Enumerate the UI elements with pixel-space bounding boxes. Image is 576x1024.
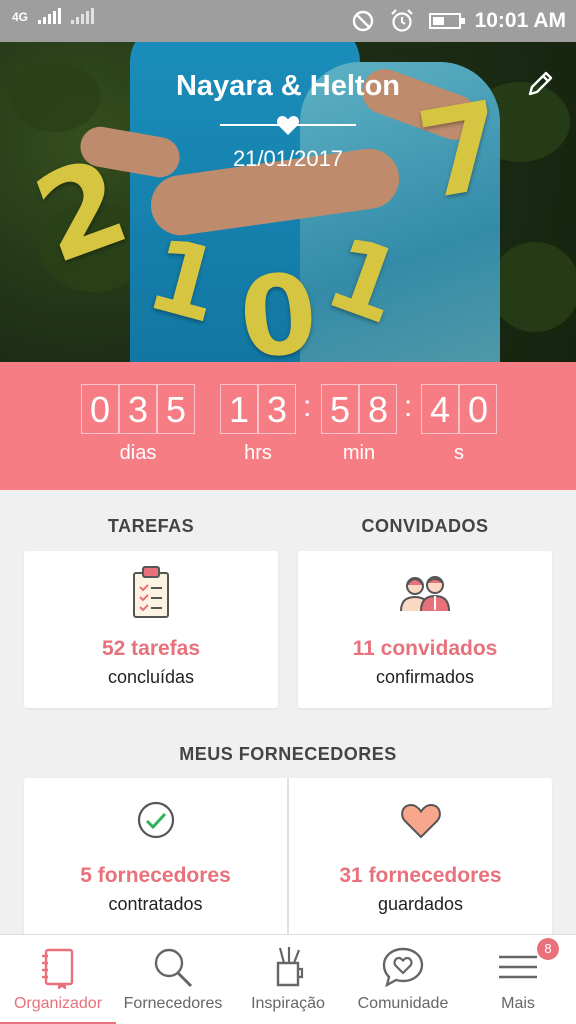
heart-icon (400, 803, 441, 839)
countdown-panel: 0 3 5 1 3 : 5 8 : 4 0 dias hrs min s (0, 362, 576, 490)
countdown-hour-digit: 3 (258, 384, 296, 434)
nav-fornecedores[interactable]: Fornecedores (116, 935, 230, 1024)
guardados-sub: guardados (377, 894, 464, 914)
signal-icon-secondary (71, 8, 95, 24)
nav-organizador[interactable]: Organizador (0, 935, 116, 1024)
section-title-fornecedores: MEUS FORNECEDORES (179, 744, 397, 764)
notebook-icon (42, 948, 74, 989)
network-type: 4G (12, 10, 29, 24)
countdown-minute-digit: 5 (321, 384, 359, 434)
battery-icon (428, 13, 465, 29)
tarefas-count: 52 tarefas (101, 637, 201, 660)
nav-label-organizador: Organizador (13, 995, 103, 1012)
tarefas-card[interactable]: 52 tarefas concluídas (24, 551, 278, 708)
countdown-label-seconds: s (454, 442, 464, 464)
couple-names: Nayara & Helton (175, 70, 400, 102)
status-bar: 4G 10:01 AM (0, 0, 576, 42)
check-circle-icon (137, 801, 174, 839)
chat-heart-icon (382, 947, 424, 988)
menu-icon (499, 955, 537, 979)
section-title-convidados: CONVIDADOS (361, 516, 489, 536)
convidados-sub: confirmados (375, 667, 475, 687)
countdown-hour-digit: 1 (220, 384, 258, 434)
countdown-separator: : (303, 390, 312, 423)
countdown-second-digit: 4 (421, 384, 459, 434)
couple-guests-icon (400, 576, 450, 612)
countdown-label-minutes: min (342, 442, 376, 464)
signal-icon (38, 8, 62, 24)
convidados-count: 11 convidados (352, 637, 498, 660)
countdown-second-digit: 0 (459, 384, 497, 434)
nav-label-fornecedores: Fornecedores (123, 995, 223, 1012)
contratados-sub: contratados (108, 894, 203, 914)
countdown-label-days: dias (119, 442, 157, 464)
alarm-icon (390, 9, 413, 32)
countdown-minute-digit: 8 (359, 384, 397, 434)
fornecedores-guardados[interactable]: 31 fornecedores guardados (289, 778, 552, 938)
heart-divider-icon (276, 116, 300, 135)
countdown-separator: : (404, 390, 413, 423)
countdown-day-digit: 0 (81, 384, 119, 434)
notification-badge: 8 (537, 938, 559, 960)
tarefas-sub: concluídas (107, 667, 195, 687)
countdown-label-hours: hrs (244, 442, 272, 464)
search-icon (154, 948, 193, 988)
fornecedores-card: 5 fornecedores contratados 31 fornecedor… (24, 778, 552, 938)
countdown-day-digit: 5 (157, 384, 195, 434)
wedding-date: 21/01/2017 (232, 146, 344, 171)
pencil-cup-icon (276, 947, 304, 987)
nav-label-inspiracao: Inspiração (251, 995, 325, 1012)
section-title-tarefas: TAREFAS (107, 516, 195, 536)
bottom-navigation: Organizador Fornecedores Inspiração Comu… (0, 934, 576, 1024)
network-indicator: 4G (12, 8, 95, 24)
clipboard-checklist-icon (133, 566, 169, 618)
guardados-count: 31 fornecedores (339, 864, 502, 887)
do-not-disturb-icon (352, 10, 373, 32)
nav-inspiracao[interactable]: Inspiração (230, 935, 346, 1024)
nav-label-comunidade: Comunidade (357, 995, 449, 1012)
fornecedores-contratados[interactable]: 5 fornecedores contratados (24, 778, 287, 938)
clock: 10:01 AM (474, 9, 566, 32)
nav-comunidade[interactable]: Comunidade (346, 935, 460, 1024)
countdown-day-digit: 3 (119, 384, 157, 434)
convidados-card[interactable]: 11 convidados confirmados (298, 551, 552, 708)
pencil-icon[interactable] (524, 68, 556, 100)
nav-label-mais: Mais (501, 995, 535, 1012)
contratados-count: 5 fornecedores (80, 864, 231, 887)
